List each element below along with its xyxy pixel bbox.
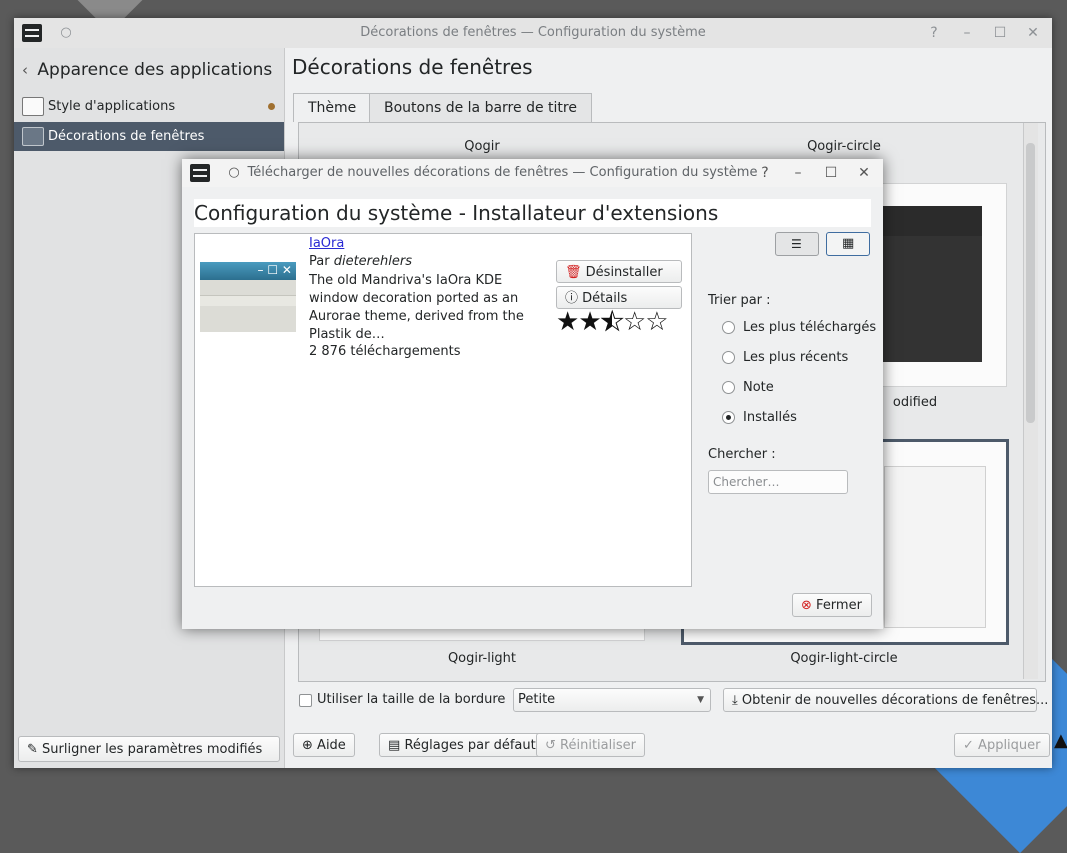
theme-name[interactable]: Qogir: [319, 139, 645, 154]
page-title: Décorations de fenêtres: [292, 55, 533, 79]
details-button[interactable]: ⓘ Détails: [556, 286, 682, 309]
sort-option-label[interactable]: Les plus récents: [743, 350, 848, 365]
grid-view-button[interactable]: ▦: [826, 232, 870, 256]
theme-name[interactable]: Qogir-light-circle: [681, 651, 1007, 666]
download-icon: ⤓: [732, 693, 738, 708]
results-list: – ☐ ✕ IaOra Par dieterehlers The old Man…: [194, 233, 692, 587]
brush-icon: [22, 97, 44, 116]
chevron-left-icon: ‹: [22, 61, 28, 79]
border-size-select[interactable]: Petite ▼: [513, 688, 711, 712]
star-half-icon: ★: [600, 307, 624, 337]
back-label: Apparence des applications: [37, 60, 273, 80]
scrollbar-thumb[interactable]: [1026, 143, 1035, 423]
dialog-heading: Configuration du système - Installateur …: [194, 199, 871, 227]
sort-label: Trier par :: [708, 293, 771, 308]
reset-button[interactable]: ↺ Réinitialiser: [536, 733, 645, 757]
help-icon[interactable]: ?: [924, 23, 944, 43]
preview-window: [882, 236, 982, 362]
preview-window: [884, 466, 986, 628]
close-dialog-button[interactable]: ⊗ Fermer: [792, 593, 872, 617]
window-icon: [22, 127, 44, 146]
preview-window-body: [200, 280, 296, 332]
get-new-decorations-button[interactable]: ⤓ Obtenir de nouvelles décorations de fe…: [723, 688, 1048, 712]
item-downloads: 2 876 téléchargements: [309, 344, 461, 359]
preview-buttons-icon: – ☐ ✕: [257, 263, 292, 277]
star-full-icon: ★: [578, 307, 601, 337]
border-size-label: Utiliser la taille de la bordure de: [317, 692, 507, 707]
minimize-icon[interactable]: –: [788, 163, 808, 183]
item-author: Par dieterehlers: [309, 254, 412, 269]
back-button[interactable]: ‹ Apparence des applications: [22, 60, 272, 80]
close-circle-icon: ⊗: [801, 598, 812, 613]
pen-icon: ✎: [27, 742, 38, 757]
rating-stars: ★★★☆☆: [556, 307, 669, 337]
mouse-cursor-icon: ▲: [1054, 730, 1067, 751]
lifebuoy-icon: ⊕: [302, 738, 313, 753]
sort-installed-radio[interactable]: [722, 411, 735, 424]
minimize-icon[interactable]: –: [957, 23, 977, 43]
star-empty-icon: ☆: [622, 307, 646, 337]
star-full-icon: ★: [556, 307, 579, 337]
get-new-stuff-dialog: ○ Télécharger de nouvelles décorations d…: [182, 159, 883, 629]
help-icon[interactable]: ?: [755, 163, 775, 183]
tab-theme[interactable]: Thème: [293, 93, 372, 122]
sidebar-item-label: Style d'applications: [48, 99, 176, 114]
settings-app-icon[interactable]: [190, 164, 210, 182]
help-button[interactable]: ⊕ Aide: [293, 733, 355, 757]
author-name: dieterehlers: [333, 254, 412, 269]
highlight-changed-button[interactable]: ✎ Surligner les paramètres modifiés: [18, 736, 280, 762]
apply-button[interactable]: ✓ Appliquer: [954, 733, 1050, 757]
window-title: Décorations de fenêtres — Configuration …: [360, 25, 706, 40]
close-icon[interactable]: ✕: [1023, 23, 1043, 43]
star-empty-icon: ☆: [645, 307, 668, 337]
maximize-icon[interactable]: ☐: [821, 163, 841, 183]
trash-icon: 🗑: [565, 265, 582, 280]
dialog-title: Télécharger de nouvelles décorations de …: [247, 165, 758, 180]
modified-indicator-icon: [268, 103, 275, 110]
sort-option-label[interactable]: Note: [743, 380, 774, 395]
dialog-titlebar[interactable]: ○ Télécharger de nouvelles décorations d…: [182, 159, 883, 187]
preview-menubar: [200, 295, 296, 306]
uninstall-button[interactable]: 🗑 Désinstaller: [556, 260, 682, 283]
theme-name[interactable]: Qogir-light: [319, 651, 645, 666]
maximize-icon[interactable]: ☐: [990, 23, 1010, 43]
item-preview-image[interactable]: – ☐ ✕: [200, 262, 296, 332]
list-view-icon: ☰: [791, 237, 802, 251]
sort-option-label[interactable]: Installés: [743, 410, 797, 425]
sort-most-downloads-radio[interactable]: [722, 321, 735, 334]
sidebar-item-window-decorations[interactable]: Décorations de fenêtres: [14, 122, 284, 151]
document-icon: ▤: [388, 738, 401, 753]
check-icon: ✓: [963, 738, 974, 753]
close-icon[interactable]: ✕: [854, 163, 874, 183]
sort-rating-radio[interactable]: [722, 381, 735, 394]
sidebar-item-label: Décorations de fenêtres: [48, 129, 205, 144]
search-label: Chercher :: [708, 447, 776, 462]
tab-titlebar-buttons[interactable]: Boutons de la barre de titre: [369, 93, 592, 122]
sidebar-item-app-style[interactable]: Style d'applications: [14, 92, 284, 121]
sort-option-label[interactable]: Les plus téléchargés: [743, 320, 876, 335]
undo-icon: ↺: [545, 738, 556, 753]
item-description: The old Mandriva's IaOra KDE window deco…: [309, 273, 524, 342]
theme-name[interactable]: Qogir-circle: [681, 139, 1007, 154]
vertical-scrollbar[interactable]: [1023, 123, 1038, 679]
search-input[interactable]: [708, 470, 848, 494]
item-name-link[interactable]: IaOra: [309, 236, 344, 251]
border-size-checkbox[interactable]: [299, 694, 312, 707]
sort-newest-radio[interactable]: [722, 351, 735, 364]
chevron-down-icon: ▼: [697, 695, 704, 705]
grid-view-icon: ▦: [842, 236, 855, 251]
info-icon: ⓘ: [565, 291, 579, 306]
pin-icon[interactable]: ○: [224, 163, 244, 183]
list-view-button[interactable]: ☰: [775, 232, 819, 256]
defaults-button[interactable]: ▤ Réglages par défaut: [379, 733, 545, 757]
main-titlebar[interactable]: ○ Décorations de fenêtres — Configuratio…: [14, 18, 1052, 48]
